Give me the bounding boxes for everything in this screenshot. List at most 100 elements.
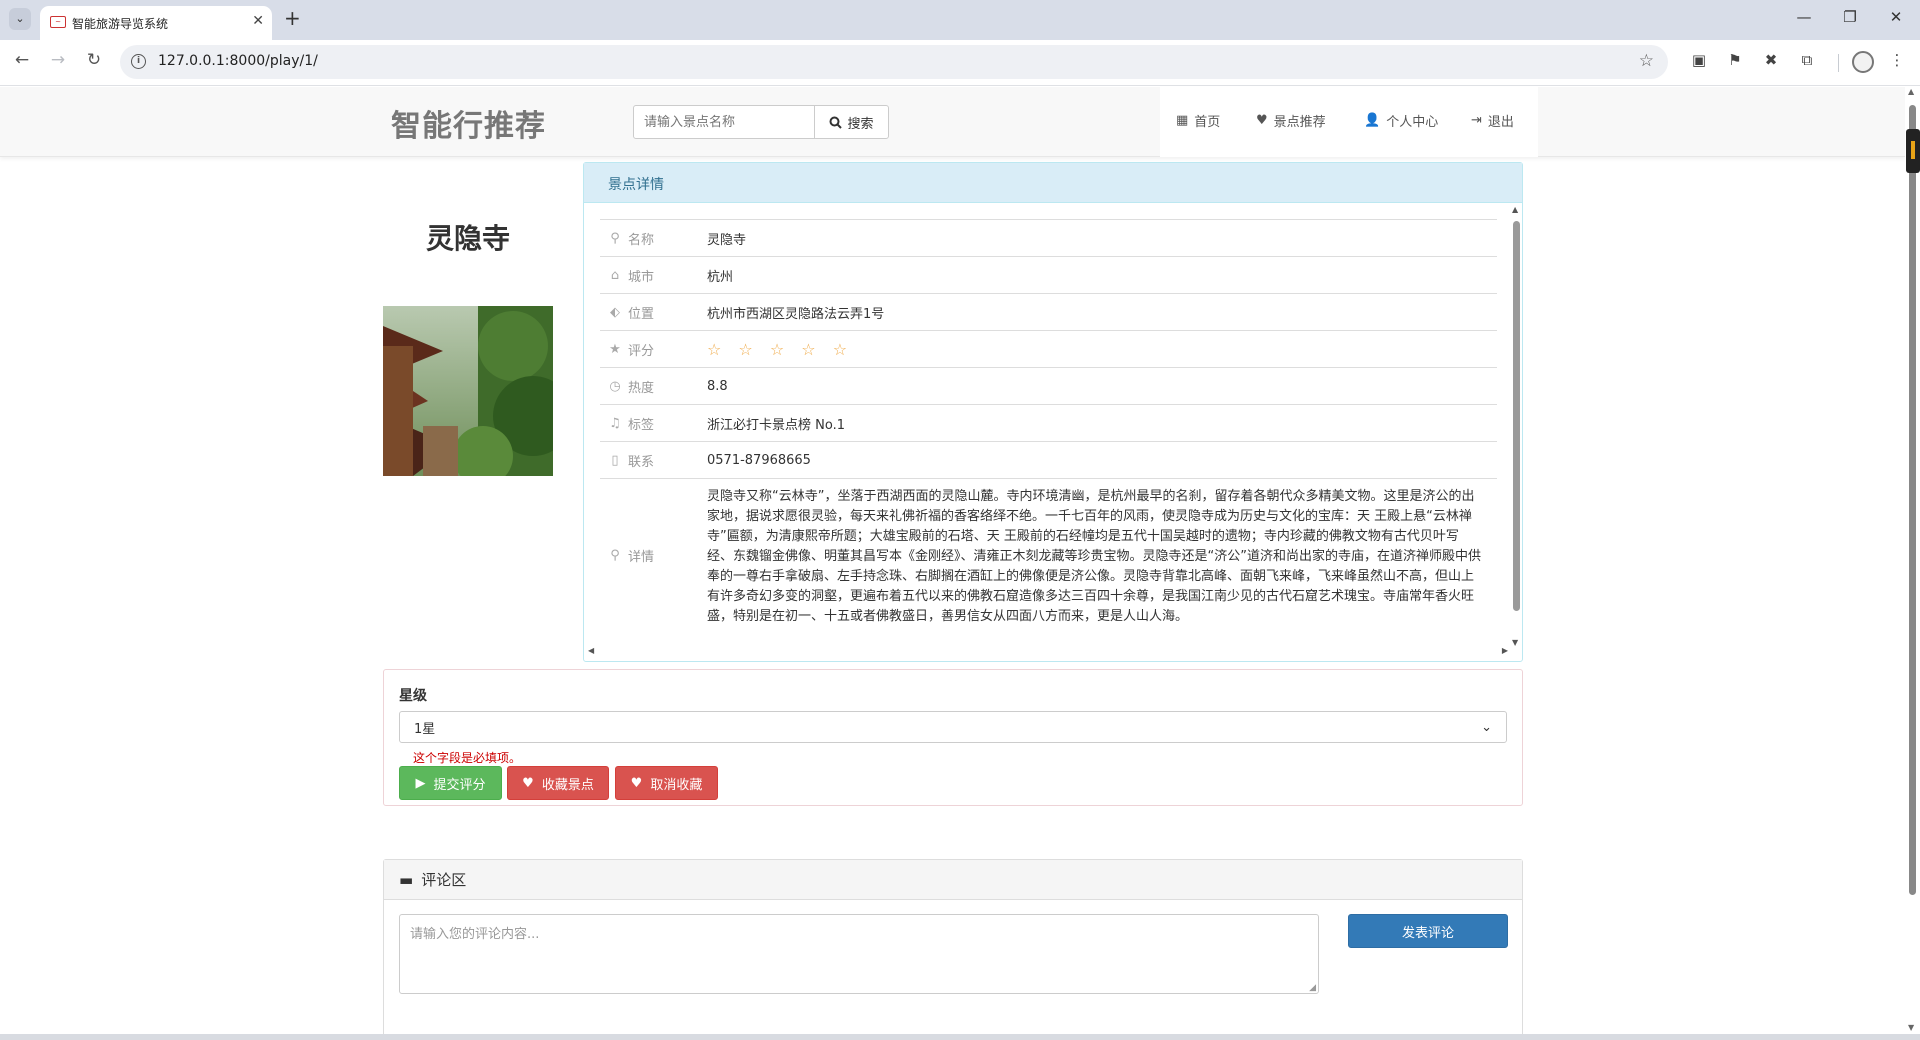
chevron-down-icon: ⌄ xyxy=(1481,719,1492,735)
reload-icon[interactable]: ↻ xyxy=(82,50,106,70)
detail-value: 0571-87968665 xyxy=(707,452,811,468)
page-scroll-thumb[interactable] xyxy=(1909,105,1916,895)
place-photo xyxy=(383,306,553,476)
search-button-label: 搜索 xyxy=(847,116,874,132)
detail-panel-heading: 景点详情 xyxy=(584,163,1522,203)
clock-icon: ◷ xyxy=(609,378,621,394)
rating-form: 星级 1星 ⌄ 这个字段是必填项。 ▶ 提交评分 ♥ 收藏景点 ♥ 取消收藏 xyxy=(383,669,1523,806)
user-icon: 👤 xyxy=(1364,113,1381,128)
scroll-up-icon[interactable]: ▲ xyxy=(1908,87,1914,96)
detail-label: 标签 xyxy=(628,417,655,433)
site-info-icon[interactable]: i xyxy=(131,54,146,69)
heart-icon: ♥ xyxy=(630,775,643,791)
page-scrollbar[interactable]: ▲ ▼ xyxy=(1905,87,1920,1034)
menu-dots-icon[interactable]: ⋮ xyxy=(1886,51,1908,69)
page-viewport: 智能行推荐 搜索 ▦ 首页 ♥ 景点推荐 👤 个人中心 ⇥ 退出 灵隐 xyxy=(0,87,1905,1034)
extensions-puzzle-icon[interactable]: ⧉ xyxy=(1796,51,1818,69)
scroll-left-icon[interactable]: ◀ xyxy=(588,646,594,655)
nav-home[interactable]: ▦ 首页 xyxy=(1176,111,1220,130)
rating-stars: ☆ ☆ ☆ ☆ ☆ xyxy=(707,339,854,359)
url-text[interactable]: 127.0.0.1:8000/play/1/ xyxy=(158,53,318,69)
heart-icon: ♥ xyxy=(1256,113,1268,128)
browser-tab-bar: ⌄ ~ 智能旅游导览系统 ✕ + — ❐ ✕ xyxy=(0,0,1920,40)
detail-value: 灵隐寺 xyxy=(707,232,747,248)
detail-vertical-scrollbar[interactable]: ▲ ▼ xyxy=(1511,205,1522,647)
detail-row-tag: ♫ 标签 浙江必打卡景点榜 No.1 xyxy=(600,404,1497,441)
tab-search-button[interactable]: ⌄ xyxy=(9,8,31,30)
unfavorite-button[interactable]: ♥ 取消收藏 xyxy=(615,766,718,800)
browser-tab[interactable]: ~ 智能旅游导览系统 ✕ xyxy=(40,6,272,40)
star-rating-select[interactable]: 1星 ⌄ xyxy=(399,711,1507,743)
favorite-button[interactable]: ♥ 收藏景点 xyxy=(507,766,609,800)
tab-title: 智能旅游导览系统 xyxy=(72,17,169,31)
detail-label: 评分 xyxy=(628,343,655,359)
detail-row-location: ⬖ 位置 杭州市西湖区灵隐路法云弄1号 xyxy=(600,293,1497,330)
map-marker-icon: ⚲ xyxy=(610,547,620,563)
address-bar[interactable]: i 127.0.0.1:8000/play/1/ ☆ xyxy=(120,45,1668,79)
selected-rating: 1星 xyxy=(414,721,436,737)
detail-row-popularity: ◷ 热度 8.8 xyxy=(600,367,1497,404)
detail-panel: 景点详情 ⚲ 名称 灵隐寺 ⌂ 城市 杭州 ⬖ 位置 杭州市西湖区灵隐路法云弄1号 ★… xyxy=(583,162,1523,662)
scroll-marker xyxy=(1906,129,1920,173)
close-tab-icon[interactable]: ✕ xyxy=(252,13,264,29)
restore-icon[interactable]: ❐ xyxy=(1838,8,1862,26)
star-icon: ★ xyxy=(609,341,621,357)
detail-label: 位置 xyxy=(628,306,655,322)
detail-value: 8.8 xyxy=(707,378,728,394)
scroll-thumb[interactable] xyxy=(1513,221,1520,611)
tags-icon: ⬖ xyxy=(610,304,620,320)
post-comment-button[interactable]: 发表评论 xyxy=(1348,914,1508,948)
site-brand[interactable]: 智能行推荐 xyxy=(391,101,546,145)
rating-error-message: 这个字段是必填项。 xyxy=(413,751,522,765)
nav-logout[interactable]: ⇥ 退出 xyxy=(1471,111,1514,130)
detail-label: 联系 xyxy=(628,454,655,470)
forward-icon[interactable]: → xyxy=(46,50,70,70)
comment-textarea[interactable]: 请输入您的评论内容... ◢ xyxy=(399,914,1319,994)
detail-row-city: ⌂ 城市 杭州 xyxy=(600,256,1497,293)
minimize-icon[interactable]: — xyxy=(1792,8,1816,26)
search-input[interactable] xyxy=(633,105,815,139)
nav-recommend[interactable]: ♥ 景点推荐 xyxy=(1256,111,1326,130)
play-icon: ▶ xyxy=(415,775,426,791)
comment-heading-label: 评论区 xyxy=(421,871,467,889)
submit-rating-label: 提交评分 xyxy=(433,777,486,793)
unfavorite-label: 取消收藏 xyxy=(650,777,703,793)
comment-placeholder: 请输入您的评论内容... xyxy=(410,927,540,942)
scroll-down-icon[interactable]: ▼ xyxy=(1908,1023,1914,1032)
detail-value: 杭州 xyxy=(707,269,734,285)
detail-label: 详情 xyxy=(628,549,655,565)
back-icon[interactable]: ← xyxy=(10,50,34,70)
detail-label: 热度 xyxy=(628,380,655,396)
scroll-right-icon[interactable]: ▶ xyxy=(1502,646,1508,655)
grid-icon: ▦ xyxy=(1176,113,1189,128)
search-icon xyxy=(829,116,843,129)
home-icon: ⌂ xyxy=(610,267,620,283)
search-button[interactable]: 搜索 xyxy=(814,105,889,139)
nav-profile-label: 个人中心 xyxy=(1386,115,1439,130)
bookmark-star-icon[interactable]: ☆ xyxy=(1639,51,1654,71)
comment-panel: ▬ 评论区 请输入您的评论内容... ◢ 发表评论 xyxy=(383,859,1523,1034)
window-close-icon[interactable]: ✕ xyxy=(1884,8,1908,26)
nav-profile[interactable]: 👤 个人中心 xyxy=(1364,111,1438,130)
bell-icon: ♫ xyxy=(609,415,621,431)
favorite-label: 收藏景点 xyxy=(541,777,594,793)
profile-avatar[interactable] xyxy=(1852,51,1874,73)
browser-toolbar: ← → ↻ i 127.0.0.1:8000/play/1/ ☆ ▣ ⚑ ✖ ⧉… xyxy=(0,40,1920,86)
comment-icon: ▬ xyxy=(399,870,414,889)
submit-rating-button[interactable]: ▶ 提交评分 xyxy=(399,766,502,800)
detail-row-rating: ★ 评分 ☆ ☆ ☆ ☆ ☆ xyxy=(600,330,1497,367)
place-title: 灵隐寺 xyxy=(425,222,510,255)
scroll-down-icon[interactable]: ▼ xyxy=(1512,638,1518,647)
extension-x-icon[interactable]: ✖ xyxy=(1760,51,1782,69)
scroll-up-icon[interactable]: ▲ xyxy=(1512,205,1518,214)
extension-icon[interactable]: ▣ xyxy=(1688,51,1710,69)
resize-grip-icon[interactable]: ◢ xyxy=(1309,983,1316,993)
page-bottom-edge xyxy=(0,1034,1920,1040)
new-tab-icon[interactable]: + xyxy=(284,6,301,30)
detail-table: ⚲ 名称 灵隐寺 ⌂ 城市 杭州 ⬖ 位置 杭州市西湖区灵隐路法云弄1号 ★ 评分 ☆ … xyxy=(600,219,1497,640)
detail-row-contact: ▯ 联系 0571-87968665 xyxy=(600,441,1497,478)
detail-description: 灵隐寺又称“云林寺”，坐落于西湖西面的灵隐山麓。寺内环境清幽，是杭州最早的名刹，… xyxy=(707,489,1481,624)
toolbar-divider xyxy=(1838,54,1839,72)
bookmark-icon[interactable]: ⚑ xyxy=(1724,51,1746,69)
detail-horizontal-scrollbar[interactable]: ◀ ▶ xyxy=(588,646,1508,658)
